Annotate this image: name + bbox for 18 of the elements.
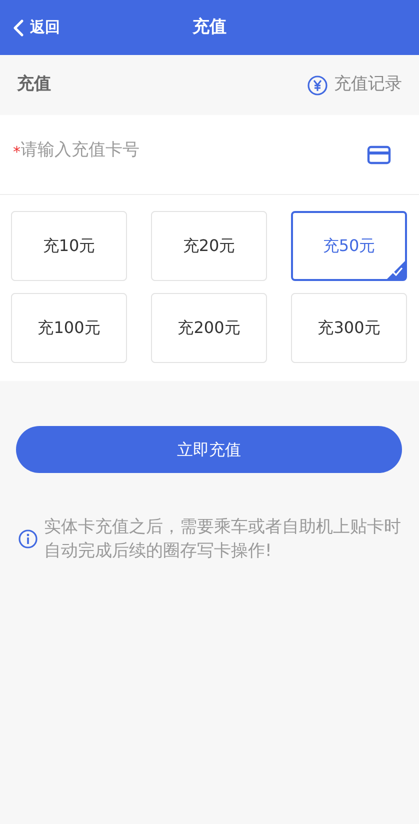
amount-option[interactable]: 充100元: [11, 293, 127, 363]
amount-option[interactable]: 充20元: [151, 211, 267, 281]
card-icon[interactable]: [367, 144, 391, 164]
back-icon: [12, 18, 24, 36]
info-icon: [18, 529, 38, 549]
check-icon: [387, 261, 405, 279]
recharge-button[interactable]: 立即充值: [16, 426, 402, 473]
amount-option[interactable]: 充200元: [151, 293, 267, 363]
card-number-field[interactable]: 请输入充值卡号: [20, 138, 367, 164]
amount-option[interactable]: 充50元: [291, 211, 407, 281]
yuan-icon: [307, 74, 328, 96]
required-mark: *: [13, 142, 20, 164]
page-title: 充值: [192, 16, 226, 39]
amount-option[interactable]: 充10元: [11, 211, 127, 281]
back-button[interactable]: 返回: [8, 0, 64, 55]
section-title: 充值: [17, 73, 51, 96]
amount-option[interactable]: 充300元: [291, 293, 407, 363]
notice-text: 实体卡充值之后，需要乘车或者自助机上贴卡时自动完成后续的圈存写卡操作!: [44, 516, 402, 563]
